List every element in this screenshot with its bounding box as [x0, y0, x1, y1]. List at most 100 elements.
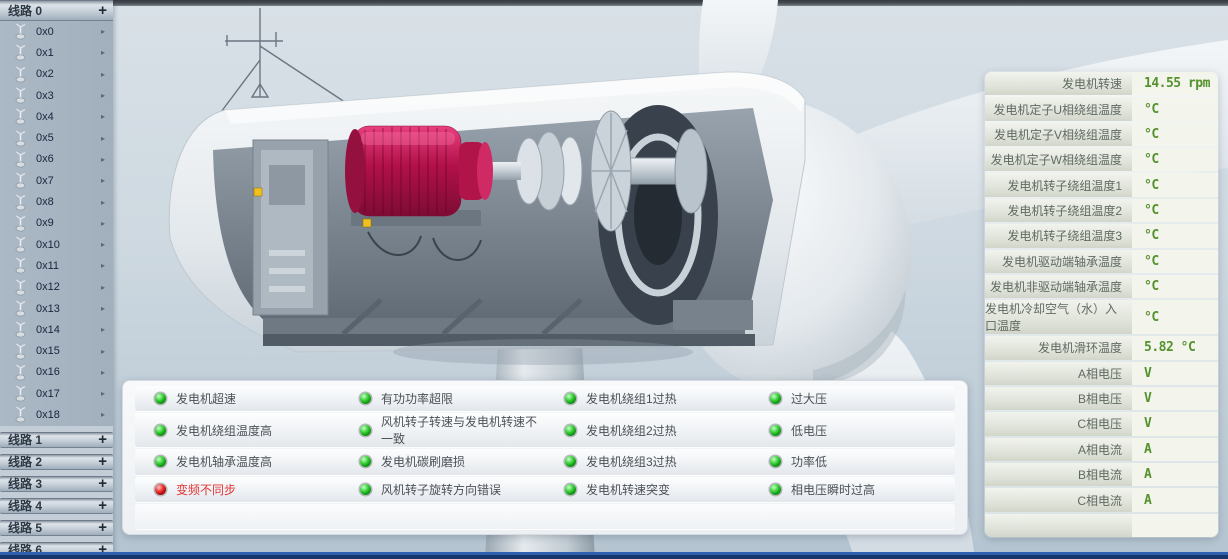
data-row: B相电流A	[985, 463, 1218, 486]
turbine-icon	[14, 151, 27, 168]
data-row: 发电机定子U相绕组温度°C	[985, 97, 1218, 120]
data-row-label: A相电流	[985, 438, 1132, 461]
tree-item[interactable]: 0x16▸	[0, 362, 113, 383]
status-led	[360, 425, 371, 436]
tree-item[interactable]: 0x13▸	[0, 298, 113, 319]
alarm-label: 发电机碳刷磨损	[381, 453, 465, 470]
turbine-icon	[14, 87, 27, 104]
data-row-label: 发电机定子W相绕组温度	[985, 148, 1132, 171]
data-row-value: °C	[1132, 275, 1218, 298]
tree-item[interactable]: 0x11▸	[0, 255, 113, 276]
tree-item[interactable]: 0x4▸	[0, 106, 113, 127]
tree-item[interactable]: 0x6▸	[0, 149, 113, 170]
data-row-label: A相电压	[985, 362, 1132, 385]
tree-item[interactable]: 0x0▸	[0, 21, 113, 42]
data-row: A相电流A	[985, 438, 1218, 461]
tree-item-label: 0x8	[36, 196, 101, 208]
data-row: 发电机转速14.55 rpm	[985, 72, 1218, 95]
tree-item[interactable]: 0x14▸	[0, 319, 113, 340]
data-row-label: 发电机转子绕组温度1	[985, 173, 1132, 196]
data-row-label: 发电机转子绕组温度3	[985, 224, 1132, 247]
chevron-right-icon: ▸	[101, 70, 105, 79]
data-row-value: V	[1132, 362, 1218, 385]
status-led	[360, 456, 371, 467]
alarm-row: 发电机超速有功功率超限发电机绕组1过热过大压	[135, 386, 955, 411]
alarm-row: 发电机轴承温度高发电机碳刷磨损发电机绕组3过热功率低	[135, 449, 955, 474]
alarm-label: 有功功率超限	[381, 390, 453, 407]
turbine-icon	[14, 194, 27, 211]
turbine-icon	[14, 279, 27, 296]
expand-plus-icon[interactable]: +	[98, 432, 107, 447]
sidebar-group-header[interactable]: 线路 2+	[0, 454, 113, 470]
tree-item[interactable]: 0x8▸	[0, 191, 113, 212]
tree-item-label: 0x4	[36, 111, 101, 123]
status-led	[565, 456, 576, 467]
tree-item[interactable]: 0x15▸	[0, 340, 113, 361]
chevron-right-icon: ▸	[101, 389, 105, 398]
tree-item[interactable]: 0x2▸	[0, 64, 113, 85]
tree-item[interactable]: 0x18▸	[0, 404, 113, 425]
alarm-item: 发电机碳刷磨损	[340, 453, 545, 470]
alarm-item: 有功功率超限	[340, 390, 545, 407]
alarm-label: 发电机绕组3过热	[586, 453, 677, 470]
expand-plus-icon[interactable]: +	[98, 3, 107, 18]
tree-item-label: 0x17	[36, 388, 101, 400]
chevron-right-icon: ▸	[101, 240, 105, 249]
data-row-label: 发电机转速	[985, 72, 1132, 95]
status-led	[155, 393, 166, 404]
tree-item-label: 0x9	[36, 217, 101, 229]
alarm-item: 发电机轴承温度高	[135, 453, 340, 470]
alarm-item: 风机转子转速与发电机转速不一致	[340, 413, 545, 447]
expand-plus-icon[interactable]: +	[98, 520, 107, 535]
data-row: C相电流A	[985, 488, 1218, 511]
tree-item[interactable]: 0x10▸	[0, 234, 113, 255]
tree-item[interactable]: 0x1▸	[0, 42, 113, 63]
alarm-label: 过大压	[791, 390, 827, 407]
expand-plus-icon[interactable]: +	[98, 476, 107, 491]
data-row-label: C相电流	[985, 488, 1132, 511]
sidebar-group-header[interactable]: 线路 0+	[0, 0, 113, 21]
data-row: 发电机转子绕组温度3°C	[985, 224, 1218, 247]
chevron-right-icon: ▸	[101, 283, 105, 292]
data-row-value: °C	[1132, 97, 1218, 120]
turbine-icon	[14, 364, 27, 381]
data-row-value: °C	[1132, 300, 1218, 334]
alarm-label: 低电压	[791, 422, 827, 439]
alarm-item: 相电压瞬时过高	[750, 481, 955, 498]
sidebar-group-header[interactable]: 线路 3+	[0, 476, 113, 492]
tree-item[interactable]: 0x17▸	[0, 383, 113, 404]
turbine-icon	[14, 66, 27, 83]
expand-plus-icon[interactable]: +	[98, 454, 107, 469]
data-row-value: 14.55 rpm	[1132, 72, 1218, 95]
sidebar-group-header[interactable]: 线路 5+	[0, 520, 113, 536]
tree-item-label: 0x18	[36, 409, 101, 421]
data-row-label: 发电机定子V相绕组温度	[985, 123, 1132, 146]
data-row: 发电机冷却空气（水）入口温度°C	[985, 300, 1218, 334]
data-row-value: A	[1132, 463, 1218, 486]
tree-item-label: 0x5	[36, 132, 101, 144]
tree-item[interactable]: 0x5▸	[0, 127, 113, 148]
tree-item-label: 0x15	[36, 345, 101, 357]
chevron-right-icon: ▸	[101, 325, 105, 334]
alarm-label: 风机转子转速与发电机转速不一致	[381, 413, 545, 447]
tree-item[interactable]: 0x9▸	[0, 213, 113, 234]
tree-item[interactable]: 0x3▸	[0, 85, 113, 106]
sidebar-group-header[interactable]: 线路 1+	[0, 432, 113, 448]
alarm-label: 变频不同步	[176, 481, 236, 498]
tree-item[interactable]: 0x12▸	[0, 277, 113, 298]
data-row: 发电机转子绕组温度1°C	[985, 173, 1218, 196]
status-led	[770, 456, 781, 467]
chevron-right-icon: ▸	[101, 48, 105, 57]
chevron-right-icon: ▸	[101, 176, 105, 185]
tree-item[interactable]: 0x7▸	[0, 170, 113, 191]
chevron-right-icon: ▸	[101, 410, 105, 419]
expand-plus-icon[interactable]: +	[98, 498, 107, 513]
sidebar-group-header[interactable]: 线路 4 +	[0, 498, 113, 514]
bottom-status-bar	[0, 552, 1228, 559]
sidebar-group-label: 线路 4	[8, 497, 42, 514]
turbine-icon	[14, 343, 27, 360]
alarm-item: 变频不同步	[135, 481, 340, 498]
turbine-icon	[14, 44, 27, 61]
alarm-label: 发电机超速	[176, 390, 236, 407]
tree-item-label: 0x3	[36, 90, 101, 102]
